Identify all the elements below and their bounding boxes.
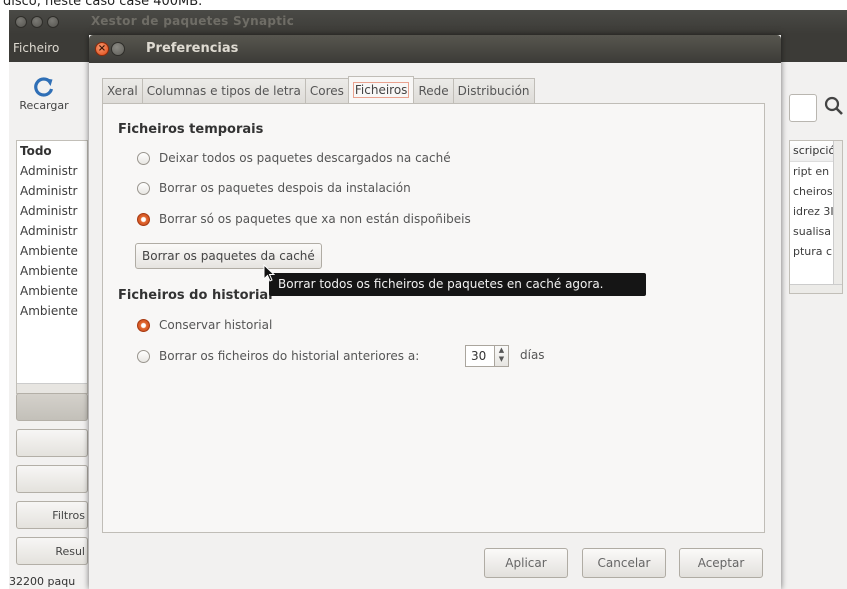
- radio-delete-after-install[interactable]: Borrar os paquetes despois da instalació…: [137, 179, 411, 197]
- history-days-stepper[interactable]: ▲ ▼: [495, 345, 509, 367]
- search-results-button[interactable]: Resul: [16, 537, 88, 565]
- search-input[interactable]: [789, 94, 817, 122]
- ficheiros-panel: Ficheiros temporais Deixar todos os paqu…: [102, 103, 765, 533]
- filter-list-item[interactable]: Ambiente: [17, 281, 87, 301]
- ok-button[interactable]: Aceptar: [679, 548, 763, 578]
- history-days-input[interactable]: 30: [465, 345, 495, 367]
- page-caption: disco, neste caso case 400MB.: [3, 0, 203, 9]
- tab-cores[interactable]: Cores: [304, 78, 349, 103]
- main-titlebar: Xestor de paquetes Synaptic: [9, 10, 847, 34]
- package-list: scripció ript en cheiros idrez 3I sualis…: [789, 140, 843, 294]
- tab-ficheiros-label: Ficheiros: [352, 82, 410, 98]
- main-window-title: Xestor de paquetes Synaptic: [91, 14, 295, 28]
- tab-bar: Xeral Columnas e tipos de letra Cores Fi…: [102, 76, 535, 104]
- preferences-dialog: × Preferencias Xeral Columnas e tipos de…: [89, 35, 781, 589]
- radio-delete-unavailable[interactable]: Borrar só os paquetes que xa non están d…: [137, 210, 471, 228]
- sections-button[interactable]: [16, 393, 88, 421]
- history-files-title: Ficheiros do historial: [118, 288, 273, 303]
- delete-cache-button[interactable]: Borrar os paquetes da caché: [135, 243, 322, 269]
- temp-files-title: Ficheiros temporais: [118, 122, 264, 137]
- filter-list-item[interactable]: Administr: [17, 161, 87, 181]
- filter-list: Todo Administr Administr Administr Admin…: [16, 140, 88, 394]
- radio-keep-history-button[interactable]: [137, 318, 150, 332]
- reload-button[interactable]: Recargar: [9, 76, 79, 112]
- package-list-vscroll[interactable]: [833, 141, 842, 293]
- filter-list-header[interactable]: Todo: [17, 141, 87, 161]
- radio-keep-history-label: Conservar historial: [159, 318, 273, 332]
- filters-button[interactable]: Filtros: [16, 501, 88, 529]
- dialog-title: Preferencias: [146, 41, 239, 56]
- reload-label: Recargar: [19, 99, 69, 112]
- main-close-icon[interactable]: [15, 16, 27, 28]
- tab-ficheiros[interactable]: Ficheiros: [347, 76, 415, 103]
- filter-list-item[interactable]: Ambiente: [17, 301, 87, 321]
- filter-list-item[interactable]: Administr: [17, 201, 87, 221]
- radio-delete-history-button[interactable]: [137, 349, 150, 363]
- package-list-hscroll[interactable]: [790, 284, 842, 293]
- cancel-button[interactable]: Cancelar: [582, 548, 666, 578]
- tab-distribucion[interactable]: Distribución: [452, 78, 535, 103]
- mouse-pointer-icon: [263, 264, 275, 282]
- filter-list-scrollbar[interactable]: [17, 383, 87, 393]
- minimize-icon[interactable]: [111, 42, 125, 56]
- radio-delete-unavailable-button[interactable]: [137, 212, 150, 226]
- radio-keep-all[interactable]: Deixar todos os paquetes descargados na …: [137, 149, 451, 167]
- radio-delete-after-install-label: Borrar os paquetes despois da instalació…: [159, 181, 411, 195]
- menu-ficheiro[interactable]: Ficheiro: [13, 41, 59, 55]
- filter-list-item[interactable]: Administr: [17, 221, 87, 241]
- reload-icon: [34, 77, 54, 97]
- filter-list-item[interactable]: Administr: [17, 181, 87, 201]
- radio-delete-history-label: Borrar os ficheiros do historial anterio…: [159, 349, 420, 363]
- close-icon[interactable]: ×: [95, 42, 109, 56]
- origin-button[interactable]: [16, 465, 88, 493]
- tab-xeral[interactable]: Xeral: [102, 78, 143, 103]
- tab-columns-fonts[interactable]: Columnas e tipos de letra: [141, 78, 306, 103]
- filter-list-item[interactable]: Ambiente: [17, 261, 87, 281]
- radio-delete-unavailable-label: Borrar só os paquetes que xa non están d…: [159, 212, 471, 226]
- delete-cache-tooltip: Borrar todos os ficheiros de paquetes en…: [269, 273, 646, 296]
- history-days-unit: días: [520, 348, 545, 362]
- radio-keep-all-button[interactable]: [137, 151, 150, 165]
- search-icon[interactable]: [822, 94, 846, 118]
- tab-rede[interactable]: Rede: [413, 78, 454, 103]
- apply-button[interactable]: Aplicar: [484, 548, 568, 578]
- status-bar: 32200 paqu: [9, 575, 76, 588]
- dialog-titlebar: × Preferencias: [89, 35, 781, 63]
- radio-delete-history[interactable]: Borrar os ficheiros do historial anterio…: [137, 347, 419, 365]
- status-button[interactable]: [16, 429, 88, 457]
- radio-delete-after-install-button[interactable]: [137, 181, 150, 195]
- radio-keep-all-label: Deixar todos os paquetes descargados na …: [159, 151, 451, 165]
- main-maximize-icon[interactable]: [47, 16, 59, 28]
- filter-list-item[interactable]: Ambiente: [17, 241, 87, 261]
- radio-keep-history[interactable]: Conservar historial: [137, 316, 272, 334]
- main-minimize-icon[interactable]: [31, 16, 43, 28]
